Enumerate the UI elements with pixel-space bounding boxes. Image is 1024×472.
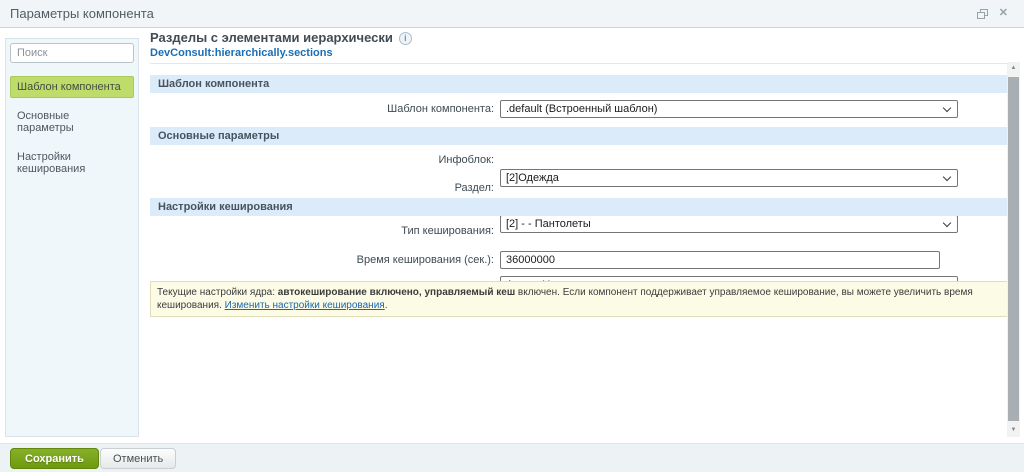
- header-divider: [150, 63, 1007, 64]
- component-parameters-dialog: Параметры компонента ✕ Шаблон компонента…: [0, 0, 1024, 472]
- cache-time-input[interactable]: [500, 251, 940, 269]
- restore-window-icon[interactable]: [977, 9, 988, 22]
- section-header-main: Основные параметры: [150, 127, 1007, 145]
- dialog-title: Параметры компонента: [10, 0, 154, 27]
- select-value: [2] - - Пантолеты: [506, 218, 591, 230]
- scroll-up-icon[interactable]: ▲: [1007, 62, 1020, 75]
- sidebar-nav: Шаблон компонента Основные параметры Нас…: [6, 76, 138, 180]
- close-icon[interactable]: ✕: [999, 8, 1008, 19]
- sidebar-item-label: Настройки кеширования: [17, 151, 85, 175]
- template-select[interactable]: .default (Встроенный шаблон): [500, 100, 958, 118]
- scroll-down-icon[interactable]: ▼: [1007, 424, 1020, 437]
- select-value: .default (Встроенный шаблон): [506, 103, 657, 115]
- field-label-template: Шаблон компонента:: [150, 103, 494, 115]
- sidebar: Шаблон компонента Основные параметры Нас…: [5, 38, 139, 437]
- section-header-template: Шаблон компонента: [150, 75, 1007, 93]
- chevron-down-icon: [943, 219, 951, 227]
- section-select[interactable]: [2] - - Пантолеты: [500, 215, 958, 233]
- field-label-iblock: Инфоблок:: [150, 154, 494, 166]
- dialog-footer: Сохранить Отменить: [0, 443, 1024, 472]
- sidebar-item-label: Шаблон компонента: [17, 81, 121, 93]
- iblock-select[interactable]: [2]Одежда: [500, 169, 958, 187]
- field-label-section: Раздел:: [150, 182, 494, 194]
- sidebar-item-label: Основные параметры: [17, 110, 74, 134]
- change-cache-settings-link[interactable]: Изменить настройки кеширования: [225, 300, 385, 311]
- chevron-down-icon: [943, 173, 951, 181]
- search-input[interactable]: [10, 43, 134, 63]
- scrollbar-thumb[interactable]: [1008, 77, 1019, 421]
- component-title: Разделы с элементами иерархическиi: [150, 30, 412, 45]
- component-system-name: DevConsult:hierarchically.sections: [150, 47, 333, 59]
- sidebar-item-component-template[interactable]: Шаблон компонента: [10, 76, 134, 98]
- info-icon[interactable]: i: [399, 32, 412, 45]
- field-label-cache-type: Тип кеширования:: [150, 225, 494, 237]
- dialog-titlebar: Параметры компонента ✕: [0, 0, 1024, 28]
- chevron-down-icon: [943, 104, 951, 112]
- sidebar-item-main-parameters[interactable]: Основные параметры: [10, 105, 134, 139]
- vertical-scrollbar: ▲ ▼: [1007, 62, 1020, 437]
- cancel-button[interactable]: Отменить: [100, 448, 176, 469]
- save-button[interactable]: Сохранить: [10, 448, 99, 469]
- field-label-cache-time: Время кеширования (сек.):: [150, 254, 494, 266]
- sidebar-item-cache-settings[interactable]: Настройки кеширования: [10, 146, 134, 180]
- section-header-cache: Настройки кеширования: [150, 198, 1007, 216]
- cache-note: Текущие настройки ядра: автокеширование …: [150, 281, 1008, 317]
- select-value: [2]Одежда: [506, 172, 559, 184]
